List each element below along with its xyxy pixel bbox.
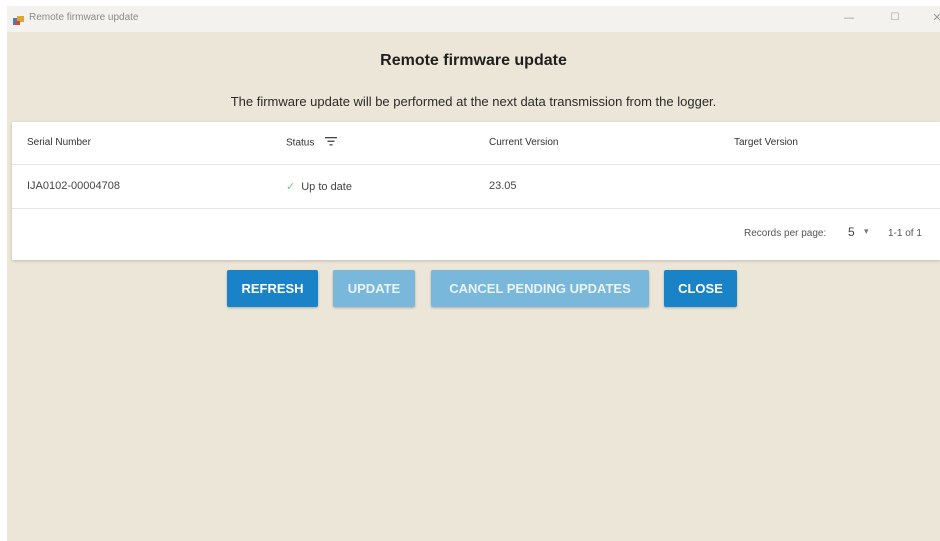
maximize-button[interactable]: ☐ bbox=[885, 9, 905, 27]
status-cell: ✓ Up to date bbox=[286, 180, 352, 193]
status-text: Up to date bbox=[301, 181, 352, 193]
serial-number-cell: IJA0102-00004708 bbox=[27, 180, 120, 192]
filter-icon[interactable] bbox=[325, 137, 338, 149]
update-button[interactable]: UPDATE bbox=[333, 270, 415, 307]
table-row[interactable]: IJA0102-00004708 ✓ Up to date 23.05 bbox=[12, 164, 940, 209]
column-header-target-version[interactable]: Target Version bbox=[734, 137, 798, 148]
firmware-table: Serial Number Status Current Version Tar… bbox=[12, 122, 940, 260]
app-window: Remote firmware update — ☐ ✕ Remote firm… bbox=[7, 6, 940, 541]
check-icon: ✓ bbox=[286, 181, 296, 193]
cancel-pending-updates-button[interactable]: CANCEL PENDING UPDATES bbox=[431, 270, 649, 307]
title-bar: Remote firmware update — ☐ ✕ bbox=[7, 6, 940, 32]
current-version-cell: 23.05 bbox=[489, 180, 517, 192]
pagination-range: 1-1 of 1 bbox=[888, 228, 922, 239]
minimize-button[interactable]: — bbox=[839, 9, 859, 27]
page-title: Remote firmware update bbox=[380, 52, 567, 69]
refresh-button[interactable]: REFRESH bbox=[227, 270, 318, 307]
column-header-status-label: Status bbox=[286, 137, 315, 149]
column-header-status[interactable]: Status bbox=[286, 137, 338, 149]
table-footer: Records per page: 5 ▾ 1-1 of 1 bbox=[12, 208, 940, 260]
close-window-button[interactable]: ✕ bbox=[927, 9, 940, 27]
page-subtitle: The firmware update will be performed at… bbox=[230, 94, 717, 109]
records-per-page-label: Records per page: bbox=[744, 228, 827, 239]
app-icon bbox=[13, 13, 24, 25]
table-header-row: Serial Number Status Current Version Tar… bbox=[12, 122, 940, 165]
close-button[interactable]: CLOSE bbox=[664, 270, 737, 307]
chevron-down-icon[interactable]: ▾ bbox=[864, 226, 869, 237]
window-title: Remote firmware update bbox=[29, 12, 139, 23]
column-header-serial[interactable]: Serial Number bbox=[27, 137, 91, 148]
records-per-page-select[interactable]: 5 bbox=[848, 225, 855, 239]
column-header-current-version[interactable]: Current Version bbox=[489, 137, 558, 148]
